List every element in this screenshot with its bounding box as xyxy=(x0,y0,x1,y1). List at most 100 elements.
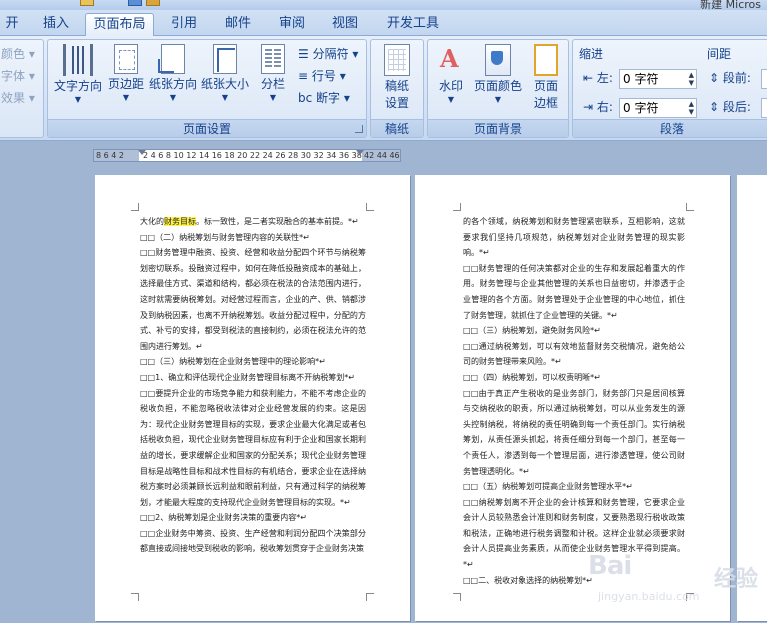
tab-developer[interactable]: 开发工具 xyxy=(378,13,448,36)
theme-colors-button[interactable]: 颜色 ▾ xyxy=(1,44,35,64)
page-setup-group-label: 页面设置 xyxy=(48,119,366,137)
tab-view[interactable]: 视图 xyxy=(323,13,367,36)
breaks-icon: ☰ xyxy=(298,47,309,61)
chevron-down-icon: ▼ xyxy=(169,93,177,102)
text-run: 。标一致性，是二者实现融合的基本前提。*↵ xyxy=(196,217,359,226)
chevron-down-icon: ▼ xyxy=(447,95,455,104)
hyphenation-icon: bc xyxy=(298,91,313,105)
theme-fonts-button[interactable]: 字体 ▾ xyxy=(1,66,35,86)
watermark-label: 水印 xyxy=(438,79,463,93)
baidu-watermark: Bai 经验 jingyan.baidu.com xyxy=(588,551,758,603)
chevron-down-icon: ▼ xyxy=(122,93,130,102)
text-direction-label: 文字方向 xyxy=(53,79,102,93)
tab-page-layout[interactable]: 页面布局 xyxy=(85,13,154,37)
page-setup-launcher-icon[interactable] xyxy=(355,125,363,133)
paragraph: □□通过纳税筹划，可以有效地监督财务交税情况，避免给公司的财务管理带来风险。*↵ xyxy=(463,341,685,367)
page-background-group: 水印 ▼ 页面颜色 ▼ 页面 边框 页面背景 xyxy=(427,39,569,138)
columns-icon xyxy=(261,44,285,74)
paragraph: □□（三）纳税筹划在企业财务管理中的理论影响*↵ xyxy=(140,357,326,367)
ruler-numbers: 2 4 6 8 10 12 14 16 18 20 22 24 26 28 30… xyxy=(143,151,362,160)
tab-home[interactable]: 开始 xyxy=(0,13,24,53)
hyphenation-label: 断字 xyxy=(316,91,341,105)
paragraph: □□（二）纳税筹划与财务管理内容的关联性*↵ xyxy=(140,232,310,242)
page-background-group-label: 页面背景 xyxy=(428,119,568,137)
indent-right-label: 右: xyxy=(596,100,613,114)
paragraph: □□财务管理中融资、投资、经营和收益分配四个环节与纳税筹划密切联系。投融资过程中… xyxy=(140,248,366,351)
spin-up-icon[interactable]: ▲ xyxy=(689,100,694,108)
tab-insert[interactable]: 插入 xyxy=(36,13,76,36)
spacing-before-input[interactable] xyxy=(761,69,767,89)
margins-label: 页边距 xyxy=(107,77,144,91)
size-button[interactable]: 纸张大小 ▼ xyxy=(200,44,250,118)
manuscript-settings-button[interactable]: 稿纸 设置 xyxy=(377,44,417,118)
crop-mark xyxy=(366,593,374,601)
page-color-button[interactable]: 页面颜色 ▼ xyxy=(472,44,524,118)
indent-left-input[interactable]: 0 字符 ▲ ▼ xyxy=(619,69,697,89)
line-numbers-label: 行号 xyxy=(311,69,336,83)
spin-up-icon[interactable]: ▲ xyxy=(689,71,694,79)
size-label: 纸张大小 xyxy=(200,77,249,91)
theme-colors-label: 颜色 xyxy=(1,47,26,61)
breaks-label: 分隔符 xyxy=(312,47,349,61)
page-borders-label-2: 边框 xyxy=(533,96,558,110)
spin-down-icon[interactable]: ▼ xyxy=(689,79,694,87)
ruler-right-margin: 42 44 46 xyxy=(362,150,400,161)
paragraph: □□企业财务中筹资、投资、生产经营和利润分配四个决策部分都直接或间接地受到税收的… xyxy=(140,528,366,554)
watermark-logo: Bai xyxy=(588,551,632,581)
spacing-title: 间距 xyxy=(707,47,732,61)
theme-fonts-label: 字体 xyxy=(1,69,26,83)
text-direction-button[interactable]: 文字方向 ▼ xyxy=(52,44,104,118)
page-borders-button[interactable]: 页面 边框 xyxy=(528,44,564,118)
paragraph-group: 缩进 间距 ⇤ 左: 0 字符 ▲ ▼ ⇥ 右: 0 字符 ▲ ▼ ⇕ 段前: … xyxy=(572,39,767,138)
paragraph: □□要提升企业的市场竞争能力和获利能力，不能不考虑企业的税收负担，不能忽略税收法… xyxy=(140,388,366,507)
watermark-url: jingyan.baidu.com xyxy=(598,590,700,603)
save-icon[interactable] xyxy=(80,0,94,6)
orientation-button[interactable]: 纸张方向 ▼ xyxy=(148,44,198,118)
columns-button[interactable]: 分栏 ▼ xyxy=(254,44,292,118)
indent-right-input[interactable]: 0 字符 ▲ ▼ xyxy=(619,98,697,118)
page-1-body: 大化的财务目标。标一致性，是二者实现融合的基本前提。*↵ □□（二）纳税筹划与财… xyxy=(140,214,366,557)
tab-mailings[interactable]: 邮件 xyxy=(218,13,258,36)
paragraph-group-label: 段落 xyxy=(573,119,767,137)
crop-mark xyxy=(686,203,694,211)
watermark-button[interactable]: 水印 ▼ xyxy=(432,44,470,118)
columns-label: 分栏 xyxy=(260,77,285,91)
theme-effects-label: 效果 xyxy=(1,91,26,105)
tab-references[interactable]: 引用 xyxy=(164,13,204,36)
left-indent-marker[interactable] xyxy=(138,150,146,155)
indent-left-icon: ⇤ xyxy=(583,71,594,85)
indent-right-row: ⇥ 右: xyxy=(583,97,613,117)
paragraph: □□（四）纳税筹划，可以权责明晰*↵ xyxy=(463,372,601,382)
highlighted-text: 财务目标 xyxy=(164,217,196,226)
spacing-after-input[interactable] xyxy=(761,98,767,118)
line-numbers-icon: ≡ xyxy=(298,69,309,83)
paper-size-icon xyxy=(213,44,237,74)
spacing-after-icon: ⇕ xyxy=(709,100,720,114)
margins-button[interactable]: 页边距 ▼ xyxy=(106,44,146,118)
ribbon-tabs: 开始 插入 页面布局 引用 邮件 审阅 视图 开发工具 xyxy=(0,10,767,53)
tab-review[interactable]: 审阅 xyxy=(272,13,312,36)
undo-icon[interactable] xyxy=(128,0,142,6)
indent-left-label: 左: xyxy=(596,71,613,85)
theme-effects-button[interactable]: 效果 ▾ xyxy=(1,88,35,108)
watermark-logo-suffix: 经验 xyxy=(713,567,758,592)
line-numbers-button[interactable]: ≡ 行号 ▾ xyxy=(298,66,346,86)
chevron-down-icon: ▼ xyxy=(494,95,502,104)
ruler-right-numbers: 42 44 46 xyxy=(364,151,400,160)
ruler-left-numbers: 8 6 4 2 xyxy=(96,151,124,160)
indent-left-value: 0 字符 xyxy=(623,72,659,86)
spin-down-icon[interactable]: ▼ xyxy=(689,108,694,116)
breaks-button[interactable]: ☰ 分隔符 ▾ xyxy=(298,44,358,64)
paragraph: 的各个领域，纳税筹划和财务管理紧密联系，互相影响，这就要求我们坚持几项规范，纳税… xyxy=(463,217,685,258)
horizontal-ruler[interactable]: 8 6 4 2 2 4 6 8 10 12 14 16 18 20 22 24 … xyxy=(93,149,401,162)
page-1[interactable]: 大化的财务目标。标一致性，是二者实现融合的基本前提。*↵ □□（二）纳税筹划与财… xyxy=(95,175,410,621)
paragraph: □□财务管理的任何决策都对企业的生存和发展起着重大的作用。财务管理与企业其他管理… xyxy=(463,263,685,320)
quick-access-icon[interactable] xyxy=(146,0,160,6)
hyphenation-button[interactable]: bc 断字 ▾ xyxy=(298,88,350,108)
page-color-icon xyxy=(485,44,511,76)
spacing-after-row: ⇕ 段后: xyxy=(709,97,751,117)
manuscript-settings-label-2: 设置 xyxy=(384,96,409,110)
right-indent-marker[interactable] xyxy=(356,150,364,155)
page-setup-group: 文字方向 ▼ 页边距 ▼ 纸张方向 ▼ 纸张大小 ▼ 分栏 ▼ ☰ 分隔符 ▾ … xyxy=(47,39,367,138)
manuscript-settings-label-1: 稿纸 xyxy=(384,79,409,93)
